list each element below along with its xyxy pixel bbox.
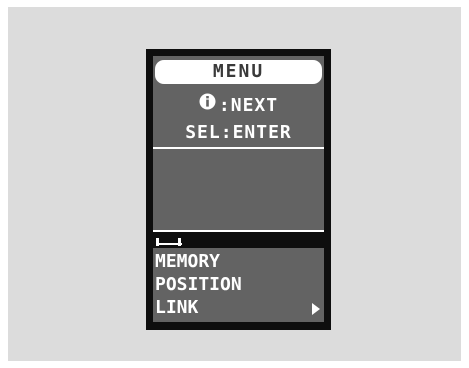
arrow-right-icon bbox=[312, 303, 320, 315]
menu-item-position[interactable]: POSITION bbox=[155, 273, 315, 296]
info-icon bbox=[199, 93, 216, 117]
tab-marker-icon bbox=[156, 238, 182, 246]
info-next-hint: :NEXT bbox=[153, 93, 324, 118]
info-next-label: :NEXT bbox=[218, 95, 279, 116]
select-enter-hint: SEL:ENTER bbox=[185, 122, 292, 143]
menu-item-memory[interactable]: MEMORY bbox=[155, 250, 315, 273]
menu-list: MEMORY POSITION LINK bbox=[155, 250, 315, 319]
divider-upper bbox=[153, 147, 324, 149]
device-display: MENU :NEXT SEL:ENTER MEMORY POSITION LIN… bbox=[146, 49, 331, 330]
menu-item-link[interactable]: LINK bbox=[155, 296, 315, 319]
divider-lower bbox=[153, 230, 324, 232]
menu-title: MENU bbox=[155, 60, 322, 84]
